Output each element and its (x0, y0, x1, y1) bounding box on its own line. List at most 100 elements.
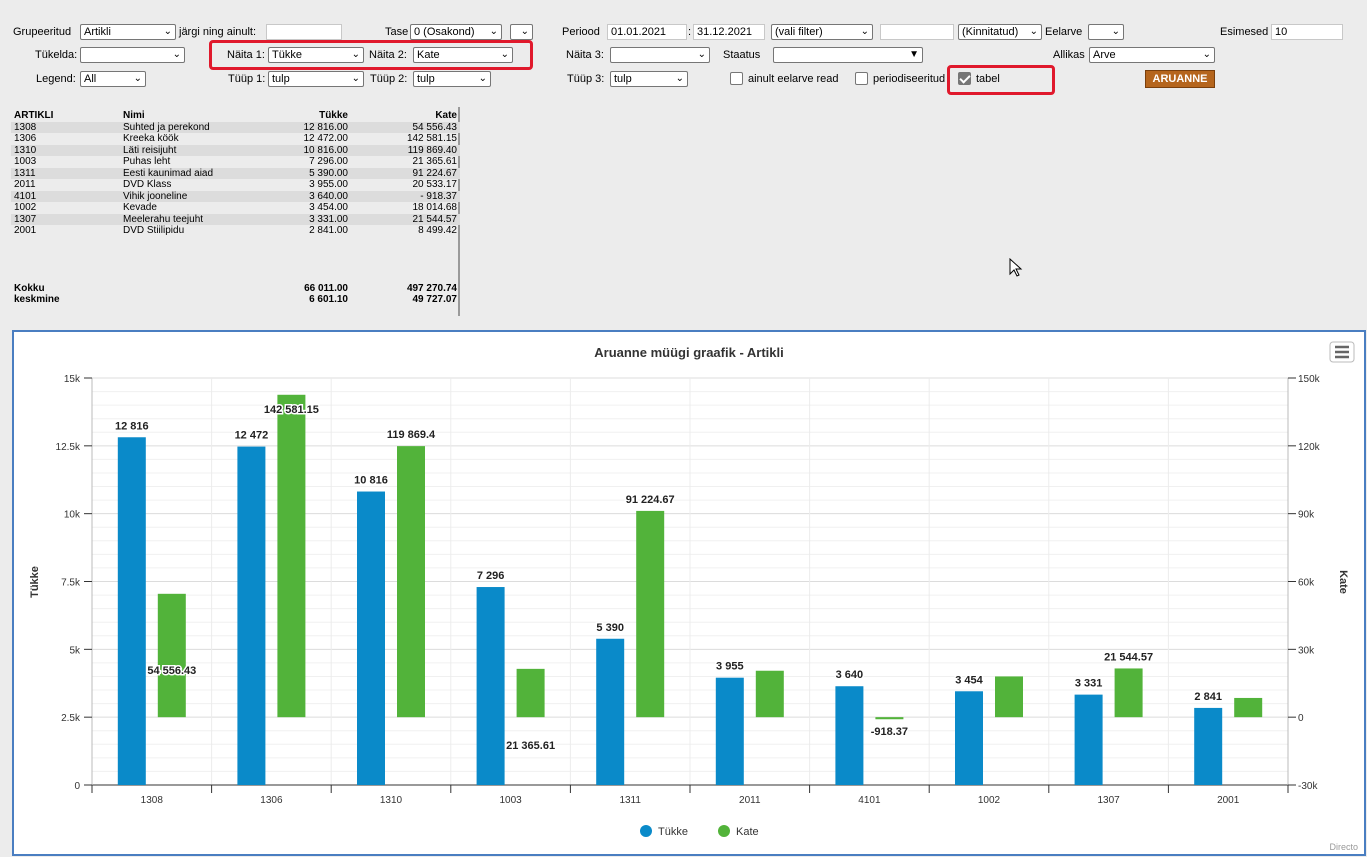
filter-value-input[interactable] (880, 24, 954, 40)
tuup1-select[interactable]: tulp ⌄ (268, 71, 364, 87)
bar-tukke (835, 686, 864, 785)
y-tick-label: 2.5k (61, 713, 81, 724)
allikas-label: Allikas (1053, 49, 1085, 61)
naita2-select[interactable]: Kate ⌄ (413, 47, 513, 63)
y-tick-label: 15k (64, 374, 81, 385)
naita2-label: Näita 2: (369, 49, 407, 61)
table-row: 1310 Läti reisijuht 10 816.00 119 869.40 (11, 144, 460, 156)
staatus-select[interactable]: ▼ (773, 47, 923, 63)
bar-kate (636, 510, 665, 718)
legend-label: Kate (736, 826, 759, 838)
jargi-input[interactable] (266, 24, 342, 40)
bar-kate (516, 668, 545, 718)
table-row: 2011 DVD Klass 3 955.00 20 533.17 (11, 179, 460, 191)
filter-select[interactable]: (vali filter) ⌄ (771, 24, 873, 40)
table-row: 1003 Puhas leht 7 296.00 21 365.61 (11, 156, 460, 168)
naita3-label: Näita 3: (566, 49, 604, 61)
tuup3-label: Tüüp 3: (567, 73, 605, 85)
cell-tukke: 3 331.00 (309, 213, 348, 225)
header-nimi: Nimi (123, 110, 145, 121)
x-tick-label: 1003 (499, 795, 522, 806)
tukelda-select[interactable]: ⌄ (80, 47, 185, 63)
y-tick-label: 10k (64, 510, 81, 521)
cell-artikli: 1308 (14, 121, 37, 133)
bar-kate (397, 446, 425, 718)
data-label-tukke: 7 296 (477, 570, 505, 582)
header-artikli: ARTIKLI (14, 110, 54, 121)
tuup2-label: Tüüp 2: (370, 73, 408, 85)
periodiseeritud-label: periodiseeritud (873, 73, 946, 85)
bar-kate (875, 717, 904, 720)
jargi-label: järgi ning ainult: (179, 26, 257, 38)
x-tick-label: 2011 (739, 795, 761, 806)
periood-from-input[interactable]: 01.01.2021 (607, 24, 687, 40)
eelarve-select[interactable]: ⌄ (1088, 24, 1124, 40)
tase-label: Tase (385, 26, 409, 38)
bar-tukke (237, 446, 266, 785)
tuup2-select[interactable]: tulp ⌄ (413, 71, 491, 87)
table-average-row: keskmine 6 601.10 49 727.07 (11, 294, 460, 306)
cell-kate: 21 365.61 (412, 156, 458, 167)
cell-tukke: 3 454.00 (309, 202, 348, 213)
cell-artikli: 1307 (14, 213, 37, 225)
kinnitatud-select[interactable]: (Kinnitatud) ⌄ (958, 24, 1042, 40)
legend-label: Tükke (658, 826, 688, 838)
cell-artikli: 1002 (14, 202, 37, 213)
bar-tukke (357, 491, 385, 785)
cell-kate: 91 224.67 (412, 167, 458, 179)
x-tick-label: 4101 (858, 795, 881, 806)
chevron-down-icon: ⌄ (489, 26, 498, 37)
cell-tukke: 10 816.00 (303, 144, 349, 156)
chart-container: Aruanne müügi graafik - Artikli 0 2.5k 5k 7.… (12, 330, 1366, 856)
esimesed-label: Esimesed (1220, 26, 1269, 38)
cell-nimi: Kreeka köök (123, 133, 179, 144)
tabel-checkbox[interactable] (958, 72, 971, 85)
cell-artikli: 1306 (14, 133, 37, 144)
naita3-select[interactable]: ⌄ (610, 47, 710, 63)
eelarve-read-checkbox[interactable] (730, 72, 743, 85)
cell-nimi: DVD Stiilipidu (123, 225, 185, 236)
periodiseeritud-checkbox[interactable] (855, 72, 868, 85)
cell-nimi: Eesti kaunimad aiad (123, 167, 214, 179)
legend-select[interactable]: All ⌄ (80, 71, 146, 87)
bar-kate (1114, 668, 1143, 718)
tuup3-select[interactable]: tulp ⌄ (610, 71, 688, 87)
allikas-select[interactable]: Arve ⌄ (1089, 47, 1215, 63)
periood-label: Periood (562, 26, 600, 38)
periood-separator: : (688, 26, 692, 38)
chevron-down-icon: ⌄ (163, 26, 172, 37)
data-label-tukke: 5 390 (596, 622, 624, 634)
naita1-select[interactable]: Tükke ⌄ (268, 47, 364, 63)
data-label-tukke: 3 331 (1075, 678, 1103, 690)
average-kate: 49 727.07 (412, 294, 458, 305)
chevron-down-icon: ⌄ (478, 73, 487, 84)
x-tick-label: 1311 (619, 795, 641, 806)
bar-tukke (476, 587, 505, 785)
esimesed-input[interactable]: 10 (1271, 24, 1343, 40)
cell-tukke: 2 841.00 (309, 225, 348, 236)
report-button[interactable]: ARUANNE (1145, 70, 1215, 88)
tase-select[interactable]: 0 (Osakond) ⌄ (410, 24, 502, 40)
total-tukke: 66 011.00 (304, 282, 348, 294)
cell-kate: 142 581.15 (406, 133, 457, 144)
tabel-label: tabel (976, 73, 1000, 85)
x-tick-label: 1306 (260, 795, 283, 806)
y-tick-label: 7.5k (61, 578, 81, 589)
data-label-kate: 142 581.15 (264, 404, 319, 416)
tase-extra-select[interactable]: ⌄ (510, 24, 533, 40)
bar-tukke (1074, 694, 1103, 785)
data-label-kate: -918.37 (871, 726, 908, 738)
chevron-down-icon: ⌄ (1111, 26, 1120, 37)
data-label-tukke: 12 816 (115, 420, 149, 432)
tukelda-label: Tükelda: (35, 49, 78, 61)
legend-label: Legend: (36, 73, 76, 85)
cell-tukke: 12 472.00 (303, 133, 349, 144)
bar-tukke (715, 677, 744, 785)
data-label-tukke: 3 955 (716, 661, 744, 673)
table-header: ARTIKLI Nimi Tükke Kate (11, 110, 460, 122)
periood-to-input[interactable]: 31.12.2021 (693, 24, 765, 40)
grupeeritud-select[interactable]: Artikli ⌄ (80, 24, 176, 40)
mouse-cursor-icon (1009, 258, 1023, 277)
x-tick-label: 2001 (1217, 795, 1240, 806)
legend-marker (718, 825, 730, 837)
